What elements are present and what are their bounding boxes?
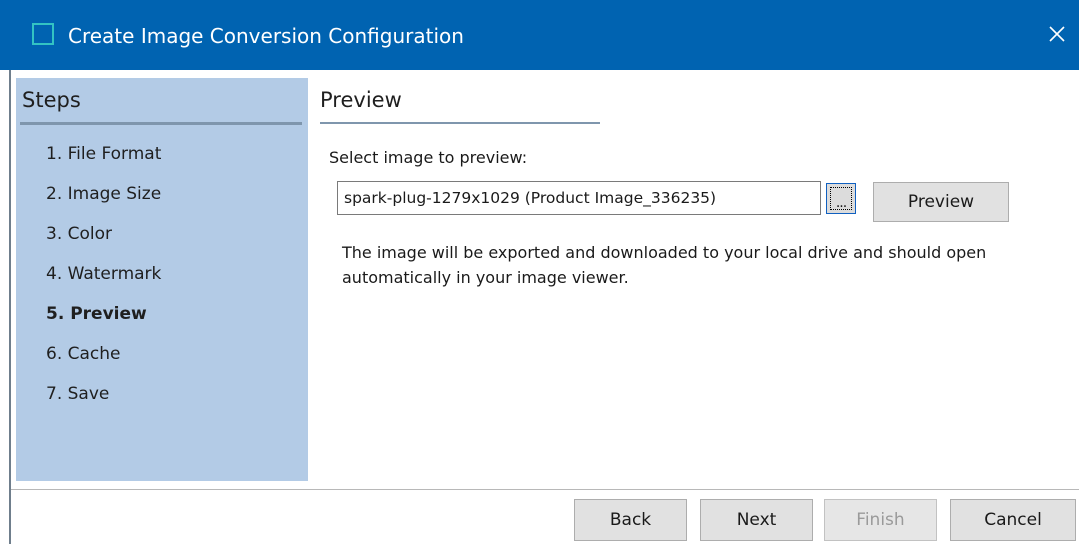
window-title: Create Image Conversion Configuration — [68, 24, 464, 48]
footer-divider — [11, 489, 1079, 490]
step-watermark[interactable]: 4. Watermark — [46, 264, 161, 304]
back-button[interactable]: Back — [574, 499, 687, 541]
step-save[interactable]: 7. Save — [46, 384, 161, 424]
steps-divider — [20, 122, 302, 125]
ellipsis-icon: ... — [835, 195, 847, 211]
steps-sidebar: Steps 1. File Format 2. Image Size 3. Co… — [16, 78, 308, 481]
title-bar: Create Image Conversion Configuration — [0, 0, 1079, 70]
cancel-button[interactable]: Cancel — [950, 499, 1076, 541]
preview-button[interactable]: Preview — [873, 182, 1009, 222]
section-title: Preview — [320, 88, 402, 112]
window-icon — [32, 23, 54, 45]
step-color[interactable]: 3. Color — [46, 224, 161, 264]
finish-button[interactable]: Finish — [824, 499, 937, 541]
step-file-format[interactable]: 1. File Format — [46, 144, 161, 184]
browse-button[interactable]: ... — [826, 183, 856, 214]
image-select-input[interactable] — [337, 181, 821, 215]
close-icon — [1049, 26, 1065, 42]
steps-list: 1. File Format 2. Image Size 3. Color 4.… — [46, 144, 161, 424]
step-preview[interactable]: 5. Preview — [46, 304, 161, 344]
section-divider — [320, 122, 600, 124]
select-image-label: Select image to preview: — [329, 148, 528, 167]
close-button[interactable] — [1035, 12, 1079, 56]
step-image-size[interactable]: 2. Image Size — [46, 184, 161, 224]
steps-title: Steps — [22, 88, 81, 112]
step-cache[interactable]: 6. Cache — [46, 344, 161, 384]
next-button[interactable]: Next — [700, 499, 813, 541]
info-text: The image will be exported and downloade… — [342, 243, 987, 287]
